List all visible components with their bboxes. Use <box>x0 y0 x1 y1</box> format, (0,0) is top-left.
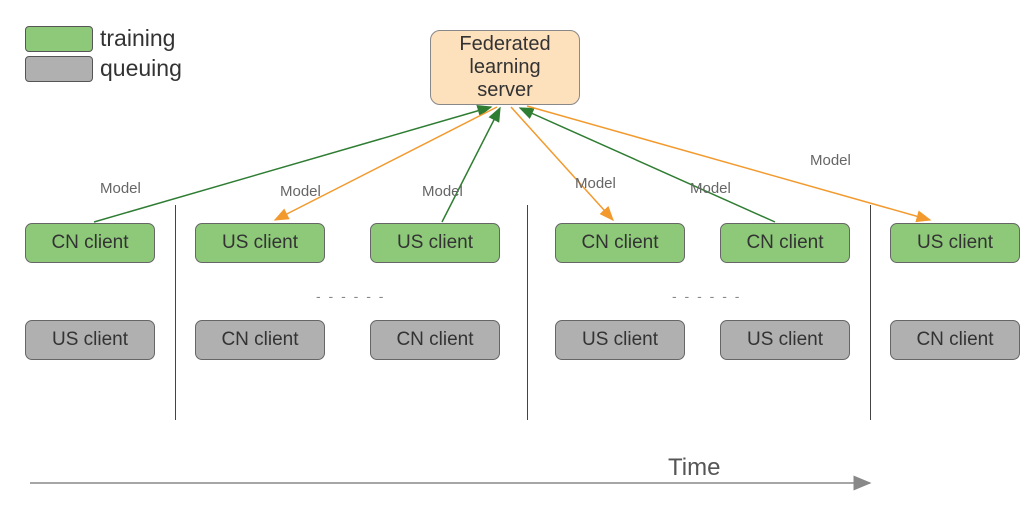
legend-swatch-training <box>25 26 93 52</box>
client-label: US client <box>747 329 823 351</box>
model-label-2: Model <box>422 183 463 200</box>
arrow-col-2 <box>442 108 500 222</box>
training-client-3: CN client <box>555 223 685 263</box>
client-label: US client <box>917 232 993 254</box>
model-label-1: Model <box>280 183 321 200</box>
client-label: CN client <box>746 232 823 254</box>
model-label-4: Model <box>690 180 731 197</box>
dots-group-2: - - - - - - <box>672 288 741 304</box>
arrow-col-5 <box>527 106 930 220</box>
queuing-client-1: CN client <box>195 320 325 360</box>
client-label: CN client <box>51 232 128 254</box>
client-label: US client <box>397 232 473 254</box>
model-label-5: Model <box>810 152 851 169</box>
separator-0 <box>175 205 176 420</box>
queuing-client-5: CN client <box>890 320 1020 360</box>
training-client-4: CN client <box>720 223 850 263</box>
legend-swatch-queuing <box>25 56 93 82</box>
legend-label-queuing: queuing <box>100 55 182 82</box>
client-label: US client <box>222 232 298 254</box>
training-client-0: CN client <box>25 223 155 263</box>
training-client-1: US client <box>195 223 325 263</box>
arrow-col-4 <box>520 108 775 222</box>
legend-label-training: training <box>100 25 175 52</box>
queuing-client-4: US client <box>720 320 850 360</box>
client-label: CN client <box>221 329 298 351</box>
legend-item-training: training <box>25 25 182 52</box>
model-label-3: Model <box>575 175 616 192</box>
client-label: CN client <box>916 329 993 351</box>
server-box: Federated learning server <box>430 30 580 105</box>
client-label: CN client <box>581 232 658 254</box>
training-client-2: US client <box>370 223 500 263</box>
queuing-client-2: CN client <box>370 320 500 360</box>
queuing-client-3: US client <box>555 320 685 360</box>
dots-group-1: - - - - - - <box>316 288 385 304</box>
client-label: US client <box>582 329 658 351</box>
arrow-col-0 <box>94 107 491 222</box>
queuing-client-0: US client <box>25 320 155 360</box>
separator-2 <box>870 205 871 420</box>
separator-1 <box>527 205 528 420</box>
time-label: Time <box>668 454 720 482</box>
server-label: Federated learning server <box>459 33 550 102</box>
arrow-col-3 <box>511 107 613 220</box>
legend: training queuing <box>25 25 182 85</box>
client-label: US client <box>52 329 128 351</box>
client-label: CN client <box>396 329 473 351</box>
training-client-5: US client <box>890 223 1020 263</box>
arrow-col-1 <box>275 107 497 220</box>
legend-item-queuing: queuing <box>25 55 182 82</box>
model-label-0: Model <box>100 180 141 197</box>
